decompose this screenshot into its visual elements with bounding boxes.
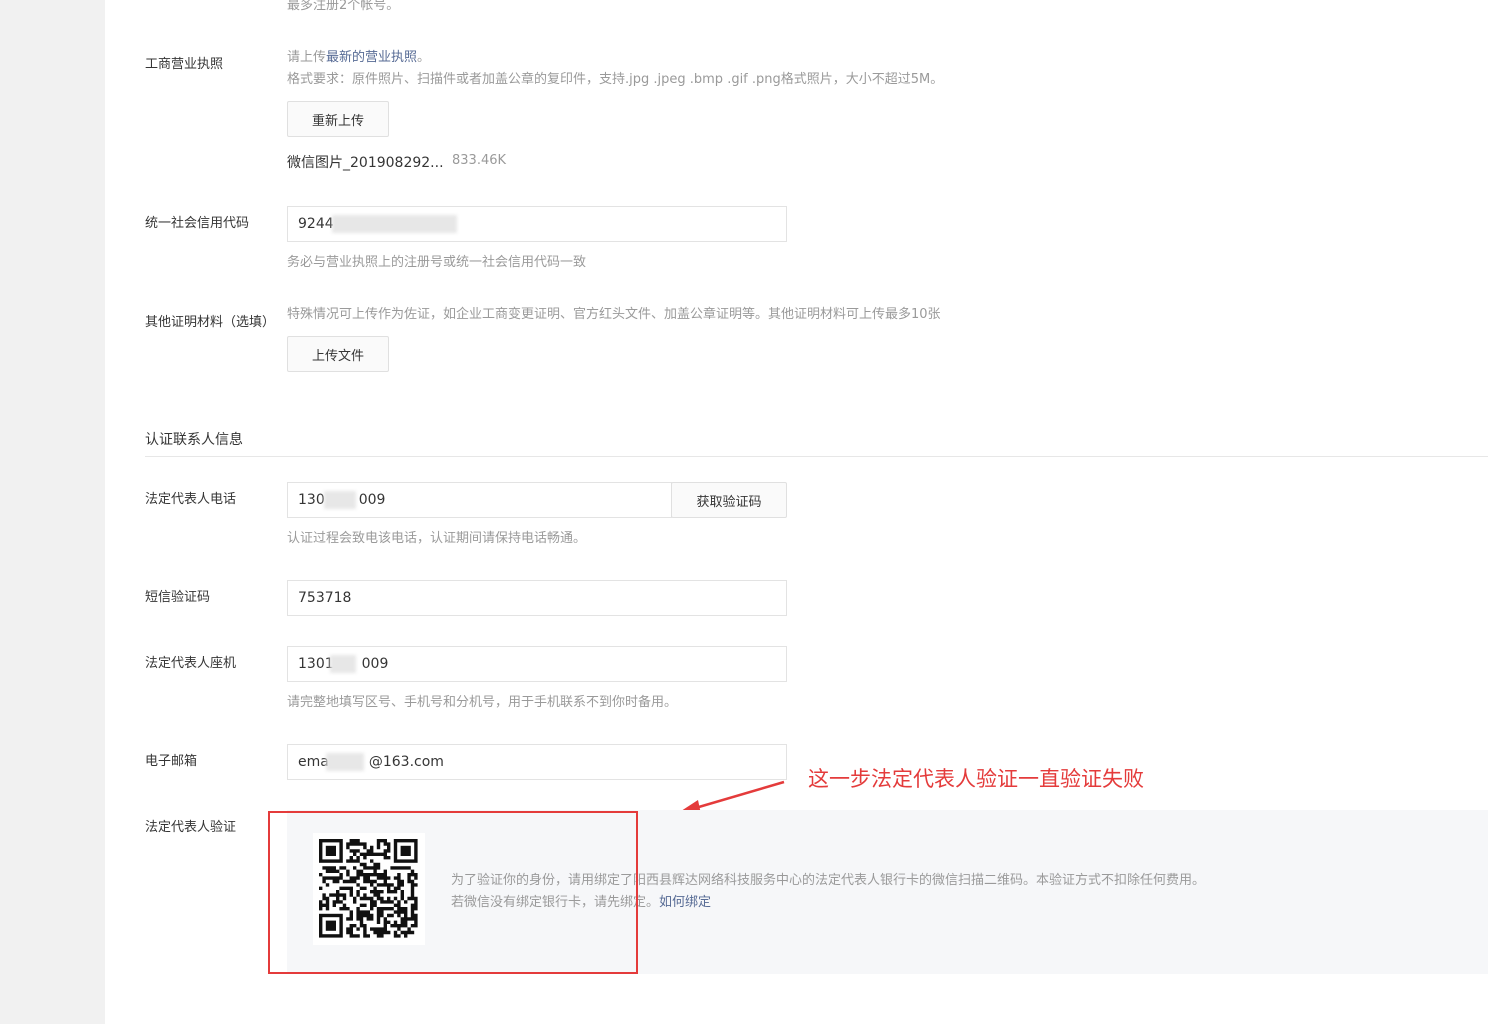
- phone-value-prefix: 130: [298, 492, 325, 508]
- section-divider: [145, 456, 1488, 457]
- credit-code-input[interactable]: 9244: [287, 206, 787, 242]
- other-docs-label: 其他证明材料（选填）: [145, 315, 276, 330]
- license-hint-link[interactable]: 最新的营业执照: [326, 50, 417, 65]
- reupload-button[interactable]: 重新上传: [287, 101, 389, 137]
- landline-label: 法定代表人座机: [145, 656, 237, 671]
- contact-section-title: 认证联系人信息: [145, 432, 243, 448]
- license-hint-prefix: 请上传: [287, 50, 327, 65]
- top-note: 最多注册2个帐号。: [287, 0, 400, 13]
- phone-input[interactable]: 130 009: [287, 482, 672, 518]
- credit-code-value: 9244: [298, 216, 334, 232]
- phone-label: 法定代表人电话: [145, 492, 237, 507]
- legal-verify-label: 法定代表人验证: [145, 820, 237, 835]
- email-value-suffix: @163.com: [368, 754, 444, 770]
- annotation-text: 这一步法定代表人验证一直验证失败: [808, 767, 1144, 791]
- email-label: 电子邮箱: [145, 754, 198, 769]
- sms-code-input[interactable]: 753718: [287, 580, 787, 616]
- uploaded-file-name: 微信图片_201908292...: [287, 155, 444, 171]
- phone-value-suffix: 009: [358, 492, 386, 508]
- redaction-mask: [330, 655, 356, 673]
- sms-code-label: 短信验证码: [145, 590, 211, 605]
- license-label: 工商营业执照: [145, 57, 224, 72]
- redaction-mask: [326, 753, 364, 771]
- credit-code-label: 统一社会信用代码: [145, 216, 250, 231]
- phone-hint: 认证过程会致电该电话，认证期间请保持电话畅通。: [287, 531, 587, 546]
- email-input[interactable]: ema @163.com: [287, 744, 787, 780]
- redaction-mask: [332, 215, 457, 233]
- uploaded-file-size: 833.46K: [452, 153, 507, 168]
- landline-hint: 请完整地填写区号、手机号和分机号，用于手机联系不到你时备用。: [287, 695, 678, 710]
- landline-input[interactable]: 1301 009: [287, 646, 787, 682]
- license-format: 格式要求：原件照片、扫描件或者加盖公章的复印件，支持.jpg .jpeg .bm…: [287, 72, 944, 87]
- credit-code-hint: 务必与营业执照上的注册号或统一社会信用代码一致: [287, 255, 587, 270]
- license-hint-suffix: 。: [417, 50, 431, 65]
- landline-value-suffix: 009: [361, 656, 389, 672]
- landline-value-prefix: 1301: [298, 656, 334, 672]
- upload-file-button[interactable]: 上传文件: [287, 336, 389, 372]
- redaction-mask: [324, 491, 356, 509]
- license-hint: 请上传最新的营业执照。: [287, 47, 430, 69]
- get-code-button[interactable]: 获取验证码: [671, 482, 787, 518]
- how-to-bind-link[interactable]: 如何绑定: [659, 895, 711, 910]
- email-value-prefix: ema: [298, 754, 329, 770]
- highlight-frame: [268, 811, 638, 974]
- other-docs-hint: 特殊情况可上传作为佐证，如企业工商变更证明、官方红头文件、加盖公章证明等。其他证…: [287, 307, 941, 322]
